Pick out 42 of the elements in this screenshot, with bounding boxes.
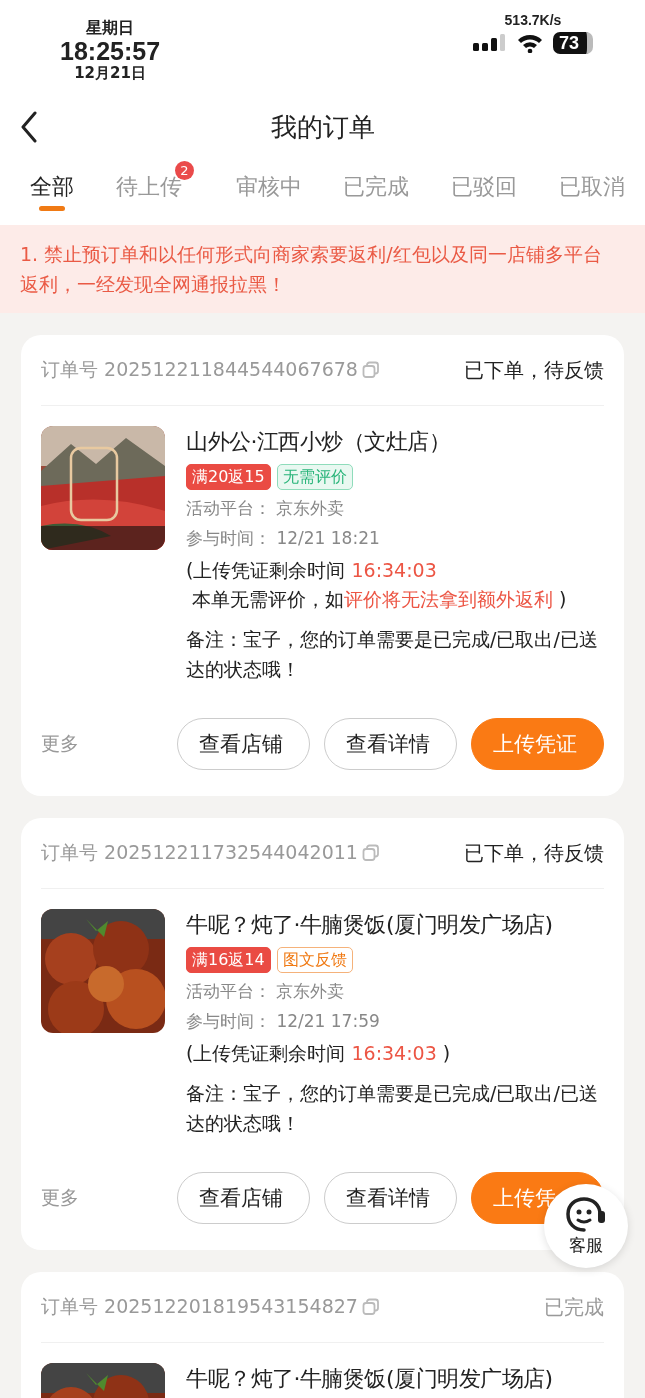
copy-icon[interactable] [361,1298,380,1316]
order-number: 订单号 202512211844544067678 [41,357,358,382]
weekday: 星期日 [86,18,135,38]
tag: 满16返14 [186,947,271,973]
copy-icon[interactable] [361,361,380,379]
action-button[interactable]: 查看详情 [324,1172,457,1224]
notice-text: 1. 禁止预订单和以任何形式向商家索要返利/红包以及同一店铺多平台返利，一经发现全网通报拉黑！ [20,243,602,295]
action-button[interactable]: 查看店铺 [177,1172,310,1224]
order-status: 已完成 [544,1293,604,1321]
tag: 无需评价 [276,464,353,490]
store-name[interactable]: 牛呢？炖了·牛腩煲饭(厦门明发广场店) [186,909,604,941]
countdown-text: (上传凭证剩余时间 16:34:03 ) [186,1041,452,1066]
back-icon[interactable] [20,111,38,143]
countdown-text: (上传凭证剩余时间 16:34:03 本单无需评价，如评价将无法拿到额外返利 ) [186,558,568,612]
join-time-text: 参与时间： 12/21 17:59 [186,1010,381,1033]
order-status: 已下单，待反馈 [464,356,604,384]
tag: 图文反馈 [276,947,353,973]
join-time-text: 参与时间： 12/21 18:21 [186,527,381,550]
headset-icon [565,1195,607,1234]
date: 12月21日 [74,64,146,82]
store-name[interactable]: 牛呢？炖了·牛腩煲饭(厦门明发广场店) [186,1363,604,1395]
battery-indicator: 73 [552,32,593,54]
copy-icon[interactable] [361,844,380,862]
platform-text: 活动平台： 京东外卖 [186,980,346,1003]
count-badge: 2 [174,161,194,180]
remark-text: 备注：宝子，您的订单需要是已完成/已取出/已送达的状态哦！ [186,1081,599,1136]
platform-text: 活动平台： 京东外卖 [186,497,346,520]
order-tab[interactable]: 全部 [30,167,74,215]
order-tab[interactable]: 待上传 2 [115,161,194,215]
order-status: 已下单，待反馈 [464,839,604,867]
page-title: 我的订单 [270,110,375,144]
signal-icon [472,33,507,53]
action-button[interactable]: 查看详情 [324,718,457,770]
order-number: 订单号 202512211732544042011 [41,840,358,865]
network-speed: 513.7K/s [504,12,562,28]
wifi-icon [516,33,543,53]
tag: 满20返15 [186,464,271,490]
store-name[interactable]: 山外公·江西小炒（文灶店） [186,426,604,458]
clock-time: 18:25:57 [60,38,161,64]
order-number: 订单号 202512201819543154827 [41,1294,358,1319]
action-button[interactable]: 查看店铺 [177,718,310,770]
remark-text: 备注：宝子，您的订单需要是已完成/已取出/已送达的状态哦！ [186,627,599,682]
